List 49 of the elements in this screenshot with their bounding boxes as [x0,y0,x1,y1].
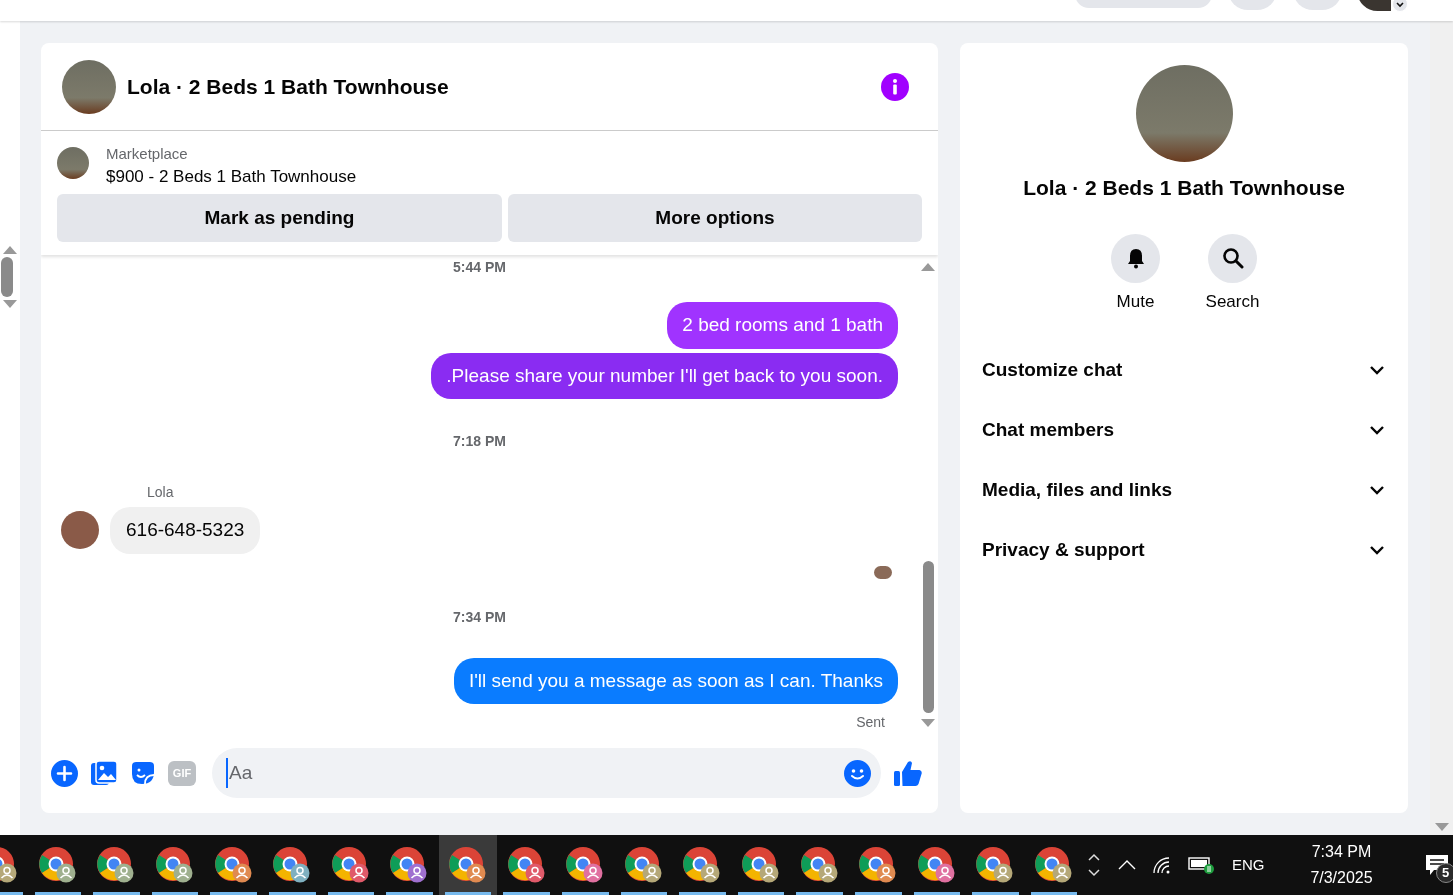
wifi-icon[interactable] [1152,856,1172,874]
section-header[interactable]: Customize chat [970,340,1398,400]
seen-avatar [874,565,892,579]
message-bubble: I'll send you a message as soon as I can. Thanks [453,657,898,704]
taskbar-app[interactable] [438,835,498,895]
scrollbar-thumb[interactable] [922,561,934,713]
section-header[interactable]: Media, files and links [970,460,1398,520]
thumbs-up-icon[interactable] [893,759,923,787]
listing-photo-thumbnail [57,147,89,179]
action-label: Search [1205,290,1260,313]
search-button[interactable] [1208,233,1257,283]
action-button[interactable]: More options [508,194,922,242]
scroll-down-icon[interactable] [921,719,935,727]
battery-icon[interactable] [1188,855,1216,875]
avatar [61,511,99,550]
timestamp: 5:44 PM [453,258,506,277]
timestamp: 7:34 PM [453,607,506,627]
scrollbar-thumb[interactable] [1,257,13,297]
message-bubble: 616-648-5323 [110,507,261,554]
chevron-up-icon[interactable] [1088,853,1100,861]
details-title: Lola · 2 Beds 1 Bath Townhouse [1023,175,1345,201]
listing-photo-avatar [62,59,116,114]
chevron-down-icon[interactable] [1088,869,1100,877]
search-icon [1221,247,1244,269]
scroll-up-icon[interactable] [921,263,935,271]
notification-count: 5 [1435,863,1453,883]
sticker-icon[interactable] [130,760,156,786]
language-indicator[interactable]: ENG [1232,853,1265,877]
plus-icon[interactable] [51,759,78,787]
mute-button[interactable] [1111,233,1160,283]
scroll-down-icon[interactable] [3,300,17,308]
listing-source: Marketplace [106,144,189,164]
section-header[interactable]: Chat members [970,400,1398,460]
action-label: Mute [1116,290,1155,313]
message-status: Sent [856,713,885,732]
photo-icon[interactable] [90,760,118,786]
sender-name: Lola [147,483,175,502]
action-button[interactable]: Mark as pending [57,194,502,242]
message-bubble: 2 bed rooms and 1 bath [667,302,898,349]
listing-title[interactable]: $900 - 2 Beds 1 Bath Townhouse [106,165,357,189]
chat-title: Lola · 2 Beds 1 Bath Townhouse [127,73,449,100]
clock[interactable]: 7:34 PM 7/3/2025 [1296,839,1387,891]
timestamp: 7:18 PM [453,432,506,451]
emoji-icon[interactable] [844,759,871,787]
info-icon[interactable] [881,72,909,101]
message-bubble: .Please share your number I'll get back to you soon. [431,352,898,399]
scroll-up-icon[interactable] [3,246,17,254]
message-input-field[interactable]: Aa [212,748,881,798]
section-header[interactable]: Privacy & support [970,520,1398,580]
